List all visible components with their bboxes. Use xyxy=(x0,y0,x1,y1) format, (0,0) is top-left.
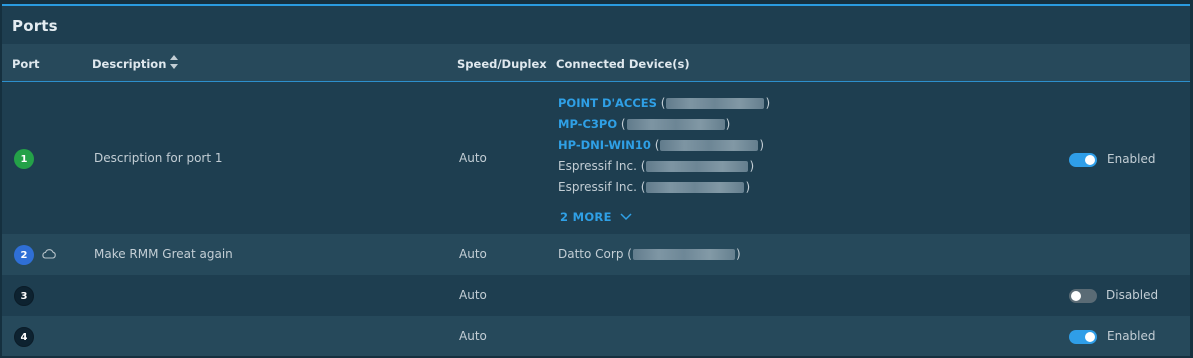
port-number-badge: 2 xyxy=(14,245,34,265)
device-link[interactable]: MP-C3PO xyxy=(558,117,617,131)
sort-icon[interactable] xyxy=(169,53,179,71)
column-header-speed: Speed/Duplex xyxy=(457,57,547,71)
redacted-mac xyxy=(626,118,725,130)
table-header: Port Description Speed/Duplex Connected … xyxy=(2,44,1190,82)
connected-device: Espressif Inc. () xyxy=(558,159,755,173)
port-speed: Auto xyxy=(459,288,487,302)
redacted-mac xyxy=(646,181,745,193)
show-more-devices-link[interactable]: 2 MORE xyxy=(560,210,632,224)
port-speed: Auto xyxy=(459,151,487,165)
table-row-port-3: 3 Auto Disabled xyxy=(2,275,1190,316)
port-number-badge: 3 xyxy=(14,286,34,306)
ports-panel: Ports Port Description Speed/Duplex Conn… xyxy=(2,4,1190,356)
port-number-badge: 1 xyxy=(14,149,34,169)
column-header-description[interactable]: Description xyxy=(92,57,166,71)
device-name: Datto Corp xyxy=(558,247,624,261)
port-enable-toggle[interactable] xyxy=(1069,153,1097,167)
toggle-label: Disabled xyxy=(1106,288,1159,302)
device-name: Espressif Inc. xyxy=(558,180,637,194)
table-row-port-4: 4 Auto Enabled xyxy=(2,316,1190,356)
connected-device: Espressif Inc. () xyxy=(558,180,751,194)
table-row-port-2: 2 Make RMM Great again Auto Datto Corp (… xyxy=(2,234,1190,275)
redacted-mac xyxy=(632,248,735,260)
port-description: Make RMM Great again xyxy=(94,247,233,261)
chevron-down-icon xyxy=(620,213,632,221)
column-header-port: Port xyxy=(12,57,40,71)
connected-device: Datto Corp () xyxy=(558,247,741,261)
device-link[interactable]: HP-DNI-WIN10 xyxy=(558,138,651,152)
port-description: Description for port 1 xyxy=(94,151,223,165)
device-link[interactable]: POINT D'ACCES xyxy=(558,96,657,110)
redacted-mac xyxy=(646,160,749,172)
device-name: Espressif Inc. xyxy=(558,159,637,173)
redacted-mac xyxy=(666,97,765,109)
toggle-label: Enabled xyxy=(1107,329,1156,343)
port-enable-toggle[interactable] xyxy=(1069,289,1097,303)
column-header-devices: Connected Device(s) xyxy=(556,57,690,71)
port-speed: Auto xyxy=(459,329,487,343)
connected-device: MP-C3PO () xyxy=(558,117,731,131)
toggle-label: Enabled xyxy=(1107,152,1156,166)
table-row-port-1: 1 Description for port 1 Auto POINT D'AC… xyxy=(2,83,1190,234)
port-enable-toggle[interactable] xyxy=(1069,330,1097,344)
connected-device: POINT D'ACCES () xyxy=(558,96,771,110)
redacted-mac xyxy=(660,139,759,151)
panel-title: Ports xyxy=(12,17,58,35)
show-more-label: 2 MORE xyxy=(560,210,612,224)
port-number-badge: 4 xyxy=(14,327,34,347)
connected-device: HP-DNI-WIN10 () xyxy=(558,138,765,152)
port-speed: Auto xyxy=(459,247,487,261)
cloud-icon xyxy=(42,249,56,259)
